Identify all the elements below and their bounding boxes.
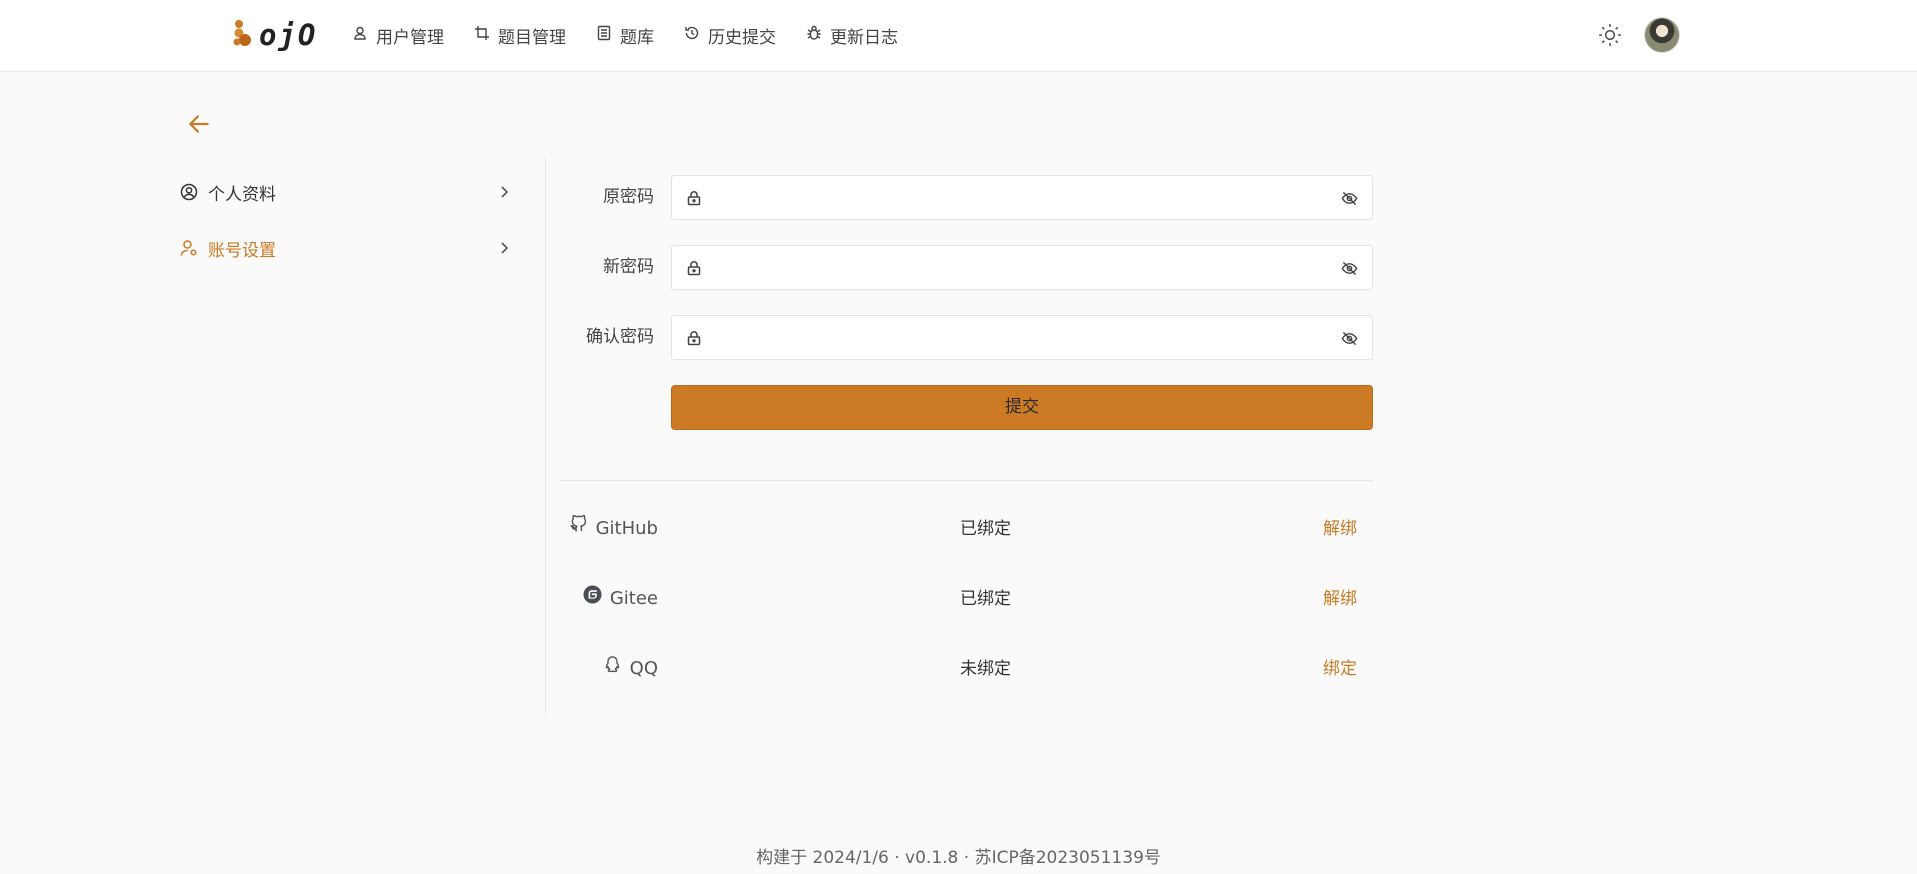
confirm-password-label: 确认密码 [586, 327, 654, 347]
new-password-row: 新密码 [560, 245, 1375, 290]
lock-icon [686, 190, 702, 206]
old-password-row: 原密码 [560, 175, 1375, 220]
sidebar-item-account-settings[interactable]: 账号设置 [180, 220, 520, 276]
github-icon [569, 509, 588, 549]
binding-status: 已绑定 [960, 519, 1011, 539]
sidebar-item-label: 账号设置 [208, 240, 276, 261]
arrow-left-icon [186, 115, 212, 141]
binding-row-github: GitHub 已绑定 解绑 [560, 509, 1373, 549]
submit-button[interactable]: 提交 [671, 385, 1373, 430]
eye-off-icon[interactable] [1341, 330, 1358, 347]
gitee-icon [583, 579, 602, 619]
old-password-input[interactable] [712, 176, 1322, 219]
binding-account-name: GitHub [595, 518, 658, 539]
nav-problem-bank[interactable]: 题库 [596, 23, 654, 48]
binding-account: Gitee [583, 579, 658, 619]
confirm-password-input[interactable] [712, 316, 1322, 359]
binding-account-name: Gitee [609, 588, 658, 609]
user-icon [352, 25, 368, 46]
nav-label: 题库 [620, 27, 654, 48]
user-settings-icon [180, 239, 198, 257]
binding-account: GitHub [569, 509, 658, 549]
nav-problem-management[interactable]: 题目管理 [474, 23, 566, 48]
chevron-right-icon [496, 240, 512, 256]
cluster-dots-icon [233, 19, 253, 51]
lock-icon [686, 330, 702, 346]
nav-label: 历史提交 [708, 27, 776, 48]
confirm-password-field[interactable] [671, 315, 1373, 360]
sun-icon [1597, 24, 1623, 52]
bug-icon [806, 25, 822, 46]
nav-history-submissions[interactable]: 历史提交 [684, 23, 776, 48]
unbind-button[interactable]: 解绑 [1323, 509, 1357, 549]
top-navbar: ojO 用户管理 题目管理 题库 历史提交 更新日志 [0, 0, 1917, 72]
chevron-right-icon [496, 184, 512, 200]
binding-row-qq: QQ 未绑定 绑定 [560, 649, 1373, 689]
user-circle-icon [180, 183, 198, 201]
binding-status: 未绑定 [960, 659, 1011, 679]
back-button[interactable] [186, 111, 212, 137]
new-password-input[interactable] [712, 246, 1322, 289]
confirm-password-row: 确认密码 [560, 315, 1375, 360]
new-password-field[interactable] [671, 245, 1373, 290]
footer: 构建于 2024/1/6 · v0.1.8 · 苏ICP备2023051139号 [756, 848, 1161, 868]
bind-button[interactable]: 绑定 [1323, 649, 1357, 689]
binding-account: QQ [603, 649, 658, 689]
horizontal-divider [560, 480, 1373, 481]
eye-off-icon[interactable] [1341, 190, 1358, 207]
vertical-divider [545, 158, 546, 713]
main-nav: 用户管理 题目管理 题库 历史提交 更新日志 [352, 0, 928, 70]
settings-sidebar: 个人资料 账号设置 [180, 160, 520, 272]
binding-account-name: QQ [629, 658, 658, 679]
unbind-button[interactable]: 解绑 [1323, 579, 1357, 619]
sidebar-item-label: 个人资料 [208, 184, 276, 205]
theme-toggle-button[interactable] [1597, 22, 1623, 48]
sidebar-item-profile[interactable]: 个人资料 [180, 164, 520, 220]
crop-icon [474, 25, 490, 46]
new-password-label: 新密码 [603, 257, 654, 277]
logo-text: ojO [259, 18, 318, 52]
lock-icon [686, 260, 702, 276]
nav-user-management[interactable]: 用户管理 [352, 23, 444, 48]
logo[interactable]: ojO [233, 16, 317, 54]
binding-status: 已绑定 [960, 589, 1011, 609]
nav-label: 用户管理 [376, 27, 444, 48]
list-icon [596, 25, 612, 46]
old-password-label: 原密码 [603, 187, 654, 207]
eye-off-icon[interactable] [1341, 260, 1358, 277]
avatar[interactable] [1644, 17, 1680, 53]
history-icon [684, 25, 700, 46]
old-password-field[interactable] [671, 175, 1373, 220]
qq-icon [603, 649, 622, 689]
nav-label: 题目管理 [498, 27, 566, 48]
nav-changelog[interactable]: 更新日志 [806, 23, 898, 48]
nav-label: 更新日志 [830, 27, 898, 48]
binding-row-gitee: Gitee 已绑定 解绑 [560, 579, 1373, 619]
